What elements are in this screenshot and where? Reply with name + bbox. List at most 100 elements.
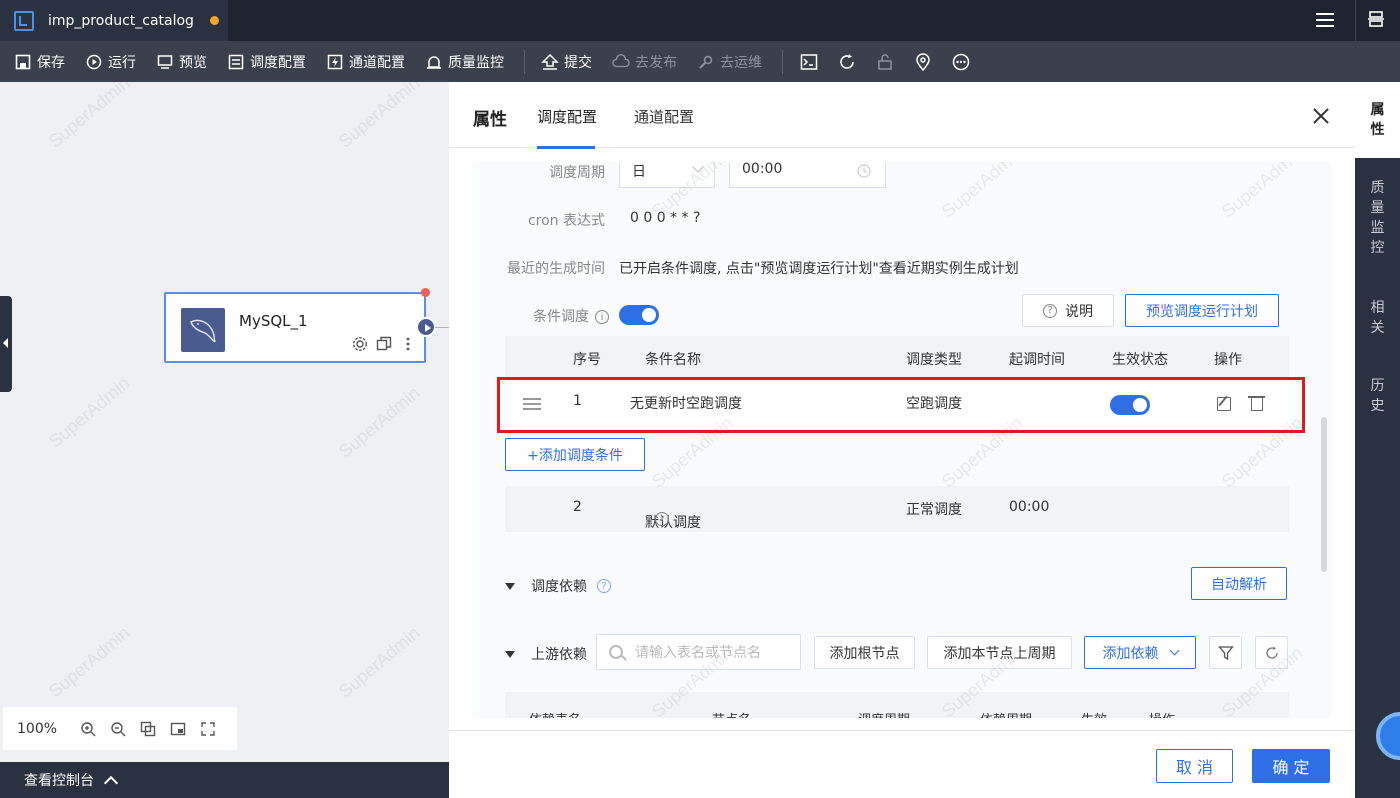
sidebar-item-history[interactable]: 历史 [1355,376,1400,416]
alarm-icon [425,53,443,71]
node-output-port[interactable] [416,317,436,337]
watermark: SuperAdmin [334,82,424,152]
panel-tabs: 属性 调度配置 通道配置 [449,82,1355,149]
col-node-name: 节点名 [712,709,751,718]
zoom-out-icon[interactable] [109,720,127,738]
conditional-row: 条件调度 i ? 说明 预览调度运行计划 [473,294,1331,330]
save-icon [14,53,32,71]
channel-config-button[interactable]: 通道配置 [326,41,405,82]
row-enabled-toggle[interactable] [1110,395,1150,415]
help-icon[interactable]: ? [597,579,611,593]
add-root-label: 添加根节点 [829,645,900,662]
col-dep-table: 依赖表名 [529,709,581,718]
panel-scrollbar[interactable] [1321,417,1327,572]
schedule-config-button[interactable]: 调度配置 [227,41,306,82]
collapse-left-handle[interactable] [0,296,12,392]
workflow-file-icon [14,10,34,31]
ops-button[interactable]: 去运维 [697,41,762,82]
filter-button[interactable] [1209,636,1242,669]
tab-channel-config[interactable]: 通道配置 [634,106,694,127]
conditional-toggle[interactable] [619,305,659,325]
workflow-canvas[interactable]: MySQL_1 100% SuperAdmin SuperAdmin Super… [0,82,449,762]
add-prev-period-button[interactable]: 添加本节点上周期 [927,636,1072,669]
zoom-in-icon[interactable] [79,720,97,738]
chevron-down-icon [1169,645,1179,656]
quality-monitor-button[interactable]: 质量监控 [425,41,504,82]
explain-button[interactable]: ? 说明 [1022,294,1114,327]
delete-icon[interactable] [1248,396,1265,411]
col-start-time: 起调时间 [1009,352,1065,368]
table-row: 1 无更新时空跑调度 空跑调度 [505,380,1289,430]
auto-parse-label: 自动解析 [1211,576,1267,593]
run-button[interactable]: 运行 [85,41,136,82]
schedule-period-value: 日 [632,164,646,180]
reload-button[interactable] [1255,636,1288,669]
schedule-period-select[interactable]: 日 [619,162,715,188]
col-index: 序号 [573,352,601,368]
search-icon [609,645,623,659]
upstream-section-title[interactable]: 上游依赖 [505,644,587,664]
preview-button[interactable]: 预览 [156,41,207,82]
zoom-level: 100% [17,720,58,737]
confirm-button[interactable]: 确 定 [1252,749,1330,783]
console-toggle[interactable]: 查看控制台 [0,762,449,798]
info-icon[interactable]: i [655,512,669,526]
dependency-table-header: 依赖表名 节点名 调度周期 依赖周期 生效 操作 [505,692,1289,718]
sidebar-item-related[interactable]: 相关 [1355,298,1400,338]
cron-row: cron 表达式 0 0 0 * * ? [473,204,1331,234]
drag-handle-icon[interactable] [523,398,541,410]
help-icon: ? [1043,303,1057,318]
close-icon[interactable] [1313,108,1329,124]
dependency-section-title[interactable]: 调度依赖 ? [505,576,611,596]
layout-icon[interactable] [1366,10,1386,30]
more-icon[interactable] [951,52,971,72]
fit-icon[interactable] [139,720,157,738]
add-condition-button[interactable]: +添加调度条件 [505,438,645,471]
add-root-button[interactable]: 添加根节点 [814,636,915,669]
menu-icon[interactable] [1316,13,1334,27]
conditional-label: 条件调度 i [533,306,609,326]
terminal-icon[interactable] [799,52,819,72]
monitor-icon [156,53,174,71]
toolbar-divider [782,49,783,74]
location-icon[interactable] [913,52,933,72]
kebab-icon[interactable] [400,336,416,352]
schedule-time-value: 00:00 [742,162,783,177]
save-button[interactable]: 保存 [14,41,65,82]
panel-footer: 取 消 确 定 [449,730,1355,798]
submit-label: 提交 [564,54,592,71]
bolt-icon [326,53,344,71]
minimap-icon[interactable] [169,720,187,738]
cancel-button[interactable]: 取 消 [1156,749,1233,783]
row-index: 1 [573,393,582,409]
dependency-title: 调度依赖 [531,579,587,595]
cloud-upload-icon [612,53,630,71]
condition-table: 序号 条件名称 调度类型 起调时间 生效状态 操作 1 无更新时空跑调度 空跑调… [505,336,1289,532]
add-dependency-button[interactable]: 添加依赖 [1084,636,1196,669]
mysql-node[interactable]: MySQL_1 [164,292,426,363]
right-sidebar: 属性 质量监控 相关 历史 [1355,82,1400,798]
copy-icon[interactable] [376,336,392,352]
auto-parse-button[interactable]: 自动解析 [1191,567,1287,600]
upstream-search-input[interactable]: 请输入表名或节点名 [596,634,801,670]
fullscreen-icon[interactable] [199,720,217,738]
schedule-time-picker[interactable]: 00:00 [729,162,886,188]
col-period: 调度周期 [858,709,910,718]
col-name: 条件名称 [645,352,701,368]
preview-plan-button[interactable]: 预览调度运行计划 [1125,294,1279,327]
submit-button[interactable]: 提交 [541,41,592,82]
sidebar-item-properties[interactable]: 属性 [1355,82,1400,158]
col-effective: 生效 [1081,709,1107,718]
col-type: 调度类型 [906,352,962,368]
tab-schedule-config[interactable]: 调度配置 [537,106,597,127]
edit-icon[interactable] [1217,397,1231,411]
gear-icon[interactable] [352,336,368,352]
cron-label: cron 表达式 [527,213,605,229]
sidebar-item-quality[interactable]: 质量监控 [1355,178,1400,258]
preview-plan-label: 预览调度运行计划 [1146,303,1258,320]
lock-icon[interactable] [875,52,895,72]
publish-button[interactable]: 去发布 [612,41,677,82]
info-icon[interactable]: i [595,310,609,324]
refresh-icon[interactable] [837,52,857,72]
file-tab[interactable]: imp_product_catalog [0,0,228,41]
